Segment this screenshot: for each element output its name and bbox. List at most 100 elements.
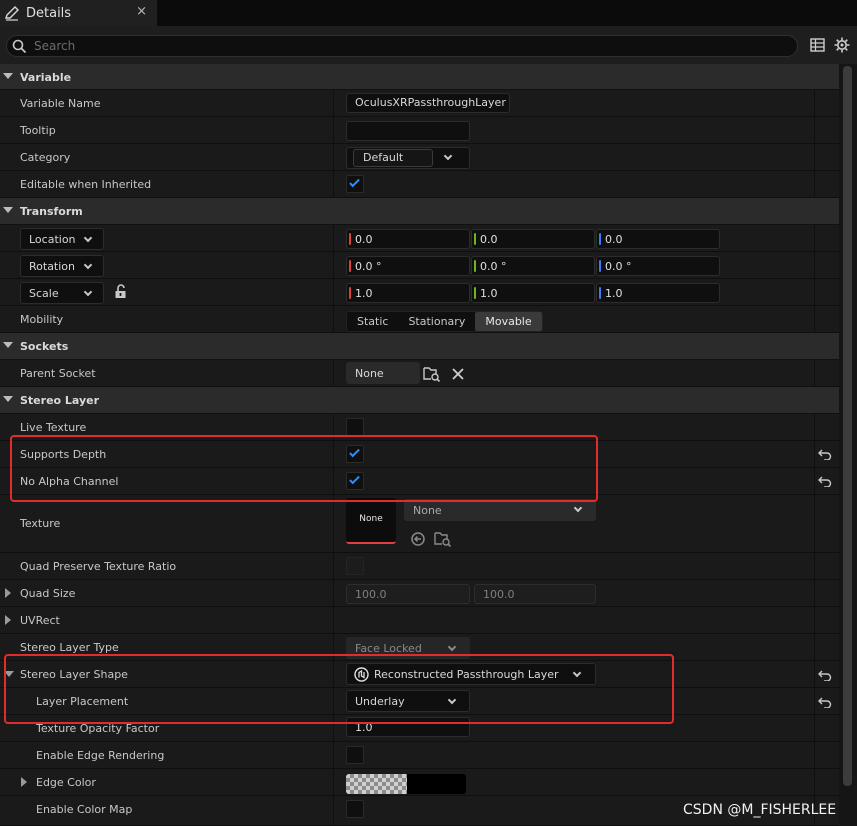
location-x-field[interactable]: 0.0 bbox=[346, 229, 470, 249]
scale-dropdown[interactable]: Scale bbox=[20, 282, 104, 304]
property-label: Editable when Inherited bbox=[20, 178, 152, 191]
category-dropdown[interactable]: Default bbox=[346, 147, 470, 169]
category-label: Variable bbox=[20, 71, 72, 84]
search-input[interactable] bbox=[34, 38, 774, 54]
expand-arrow-icon[interactable] bbox=[21, 777, 27, 787]
chevron-down-icon bbox=[83, 260, 93, 270]
collapse-arrow-icon[interactable] bbox=[3, 73, 13, 79]
layer-placement-dropdown[interactable]: Underlay bbox=[346, 690, 470, 712]
chevron-down-icon bbox=[447, 642, 457, 652]
row-mobility: Mobility Static Stationary Movable bbox=[0, 306, 839, 333]
row-edge-rendering: Enable Edge Rendering bbox=[0, 742, 839, 769]
category-label: Sockets bbox=[20, 340, 69, 353]
supports-depth-checkbox[interactable] bbox=[346, 445, 364, 463]
collapse-arrow-icon[interactable] bbox=[3, 342, 13, 348]
mobility-stationary[interactable]: Stationary bbox=[398, 312, 475, 331]
collapse-arrow-icon[interactable] bbox=[3, 207, 13, 213]
property-label: Stereo Layer Type bbox=[20, 641, 119, 654]
texture-thumbnail-label: None bbox=[359, 514, 383, 524]
location-dropdown[interactable]: Location bbox=[20, 228, 104, 250]
row-parent-socket: Parent Socket None bbox=[0, 360, 839, 387]
tab-bar: Details × bbox=[0, 0, 857, 26]
stereo-layer-type-dropdown[interactable]: Face Locked bbox=[346, 637, 470, 659]
reset-to-default-icon[interactable] bbox=[818, 696, 832, 708]
category-stereo-layer[interactable]: Stereo Layer bbox=[0, 387, 839, 414]
texture-thumbnail[interactable]: None bbox=[346, 498, 396, 544]
quad-size-x-field[interactable]: 100.0 bbox=[346, 584, 470, 604]
stereo-layer-shape-dropdown[interactable]: Reconstructed Passthrough Layer bbox=[346, 663, 596, 685]
property-label: Stereo Layer Shape bbox=[20, 668, 128, 681]
clear-icon[interactable] bbox=[452, 368, 464, 380]
unlock-icon[interactable] bbox=[114, 284, 128, 299]
rotation-y-field[interactable]: 0.0 ° bbox=[471, 256, 595, 276]
browse-asset-icon[interactable] bbox=[434, 531, 452, 547]
collapse-arrow-icon[interactable] bbox=[3, 396, 13, 402]
expand-arrow-icon[interactable] bbox=[5, 588, 11, 598]
close-icon[interactable]: × bbox=[136, 4, 147, 19]
editable-inherited-checkbox[interactable] bbox=[346, 175, 364, 193]
texture-asset-dropdown[interactable]: None bbox=[404, 499, 596, 521]
gear-icon[interactable] bbox=[834, 37, 850, 53]
search-box[interactable] bbox=[6, 35, 798, 57]
location-z-field[interactable]: 0.0 bbox=[596, 229, 720, 249]
scrollbar-thumb[interactable] bbox=[843, 66, 852, 786]
tooltip-field[interactable] bbox=[346, 121, 470, 141]
rotation-label: Rotation bbox=[29, 260, 76, 273]
property-label: UVRect bbox=[20, 614, 60, 627]
category-variable[interactable]: Variable bbox=[0, 64, 839, 90]
search-icon bbox=[12, 39, 27, 54]
use-selected-asset-icon[interactable] bbox=[410, 531, 426, 547]
property-label: Enable Color Map bbox=[36, 803, 133, 816]
location-y-field[interactable]: 0.0 bbox=[471, 229, 595, 249]
row-scale: Scale 1.0 1.0 1.0 bbox=[0, 279, 839, 306]
reset-to-default-icon[interactable] bbox=[818, 669, 832, 681]
scale-y-field[interactable]: 1.0 bbox=[471, 283, 595, 303]
reset-to-default-icon[interactable] bbox=[818, 475, 832, 487]
category-sockets[interactable]: Sockets bbox=[0, 333, 839, 360]
details-panel: Variable Variable Name OculusXRPassthrou… bbox=[0, 64, 839, 826]
mobility-toggle[interactable]: Static Stationary Movable bbox=[346, 311, 543, 332]
rotation-z-field[interactable]: 0.0 ° bbox=[596, 256, 720, 276]
variable-name-field[interactable]: OculusXRPassthroughLayer bbox=[346, 93, 510, 113]
pencil-icon bbox=[5, 6, 19, 21]
checkmark-icon bbox=[349, 176, 360, 188]
row-texture-opacity: Texture Opacity Factor 1.0 bbox=[0, 715, 839, 742]
stereo-layer-shape-value: Reconstructed Passthrough Layer bbox=[374, 668, 559, 681]
property-label: Texture Opacity Factor bbox=[36, 722, 160, 735]
live-texture-checkbox[interactable] bbox=[346, 418, 364, 436]
row-layer-placement: Layer Placement Underlay bbox=[0, 688, 839, 715]
category-label: Transform bbox=[20, 205, 83, 218]
edge-rendering-checkbox[interactable] bbox=[346, 746, 364, 764]
category-transform[interactable]: Transform bbox=[0, 198, 839, 225]
property-label: Live Texture bbox=[20, 421, 87, 434]
scale-x-field[interactable]: 1.0 bbox=[346, 283, 470, 303]
category-label: Stereo Layer bbox=[20, 394, 100, 407]
category-value: Default bbox=[363, 151, 404, 164]
quad-size-y-field[interactable]: 100.0 bbox=[474, 584, 596, 604]
tab-title: Details bbox=[26, 5, 72, 21]
unreal-logo-icon bbox=[354, 667, 369, 682]
rotation-x-field[interactable]: 0.0 ° bbox=[346, 256, 470, 276]
scrollbar[interactable] bbox=[839, 64, 857, 826]
rotation-dropdown[interactable]: Rotation bbox=[20, 255, 104, 277]
no-alpha-channel-checkbox[interactable] bbox=[346, 472, 364, 490]
browse-socket-icon[interactable] bbox=[423, 366, 441, 382]
parent-socket-field[interactable]: None bbox=[346, 362, 420, 384]
row-supports-depth: Supports Depth bbox=[0, 441, 839, 468]
edge-color-swatch[interactable] bbox=[346, 774, 466, 794]
reset-to-default-icon[interactable] bbox=[818, 448, 832, 460]
row-category: Category Default bbox=[0, 144, 839, 171]
collapse-arrow-icon[interactable] bbox=[4, 671, 14, 677]
scale-z-field[interactable]: 1.0 bbox=[596, 283, 720, 303]
row-rotation: Rotation 0.0 ° 0.0 ° 0.0 ° bbox=[0, 252, 839, 279]
color-map-checkbox[interactable] bbox=[346, 800, 364, 818]
chevron-down-icon bbox=[572, 668, 582, 678]
mobility-movable[interactable]: Movable bbox=[475, 312, 542, 331]
texture-opacity-field[interactable]: 1.0 bbox=[346, 717, 470, 737]
expand-arrow-icon[interactable] bbox=[5, 615, 11, 625]
table-view-icon[interactable] bbox=[810, 38, 825, 52]
quad-ratio-checkbox[interactable] bbox=[346, 557, 364, 575]
mobility-static[interactable]: Static bbox=[347, 312, 398, 331]
chevron-down-icon bbox=[447, 695, 457, 705]
tab-details[interactable]: Details × bbox=[0, 0, 157, 26]
